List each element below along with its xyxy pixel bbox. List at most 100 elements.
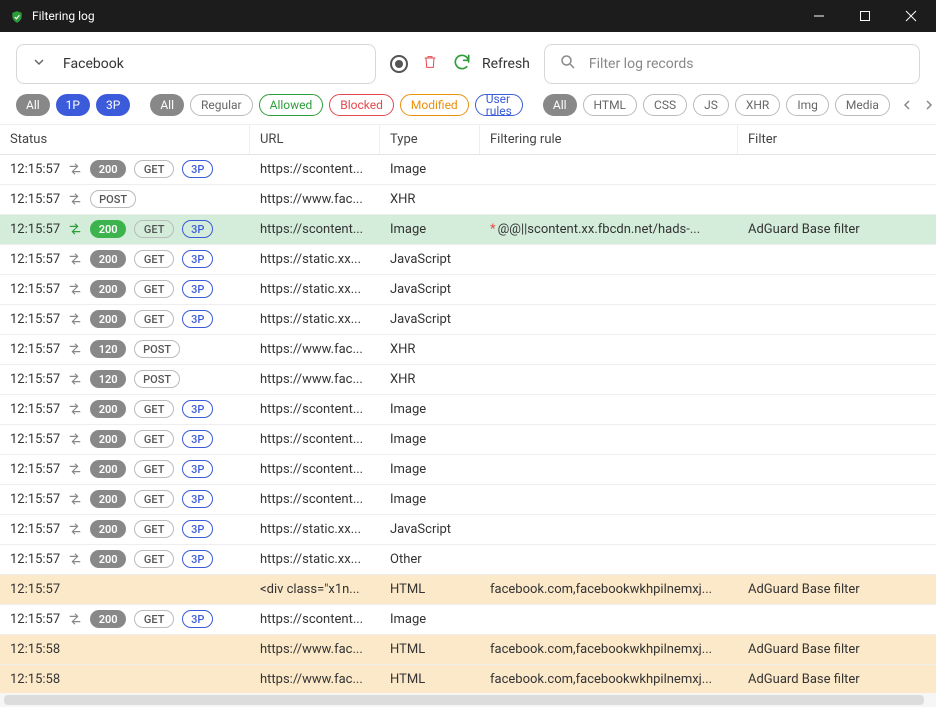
col-url[interactable]: URL — [250, 125, 380, 154]
scrollbar-thumb[interactable] — [4, 695, 924, 705]
arrows-icon — [68, 552, 82, 566]
clear-button[interactable] — [422, 53, 438, 75]
status-cell: 12:15:57200GET3P — [0, 490, 250, 508]
status-code-pill: 120 — [90, 340, 126, 358]
filter-chip[interactable]: All — [150, 94, 184, 116]
party-pill: 3P — [182, 250, 213, 268]
method-pill: GET — [134, 460, 174, 478]
table-row[interactable]: 12:15:57200GET3Phttps://static.xx...Java… — [0, 305, 936, 335]
filter-chip[interactable]: 3P — [96, 94, 130, 116]
table-row[interactable]: 12:15:57120POSThttps://www.fac...XHR — [0, 365, 936, 395]
status-cell: 12:15:57200GET3P — [0, 160, 250, 178]
filter-chip[interactable]: 1P — [56, 94, 90, 116]
table-row[interactable]: 12:15:58https://www.fac...HTMLfacebook.c… — [0, 665, 936, 693]
filter-chip[interactable]: User rules — [475, 94, 523, 116]
table-row[interactable]: 12:15:57200GET3Phttps://static.xx...Othe… — [0, 545, 936, 575]
chevron-right-icon[interactable] — [920, 96, 936, 114]
timestamp: 12:15:57 — [10, 282, 60, 297]
url-cell: https://scontent... — [250, 222, 380, 237]
table-row[interactable]: 12:15:57200GET3Phttps://scontent...Image — [0, 155, 936, 185]
filter-chips-row: All 1P 3P All Regular AllowedBlocked Modified… — [0, 94, 936, 124]
table-row[interactable]: 12:15:57120POSThttps://www.fac...XHR — [0, 335, 936, 365]
col-rule[interactable]: Filtering rule — [480, 125, 738, 154]
arrows-icon — [68, 162, 82, 176]
filter-chip[interactable]: HTML — [583, 94, 638, 116]
filter-chip[interactable]: Blocked — [329, 94, 394, 116]
close-button[interactable] — [888, 0, 934, 32]
status-code-pill: 200 — [90, 460, 126, 478]
chevron-left-icon[interactable] — [898, 96, 916, 114]
type-cell: Other — [380, 552, 480, 567]
table-row[interactable]: 12:15:57200GET3Phttps://scontent...Image — [0, 395, 936, 425]
type-cell: HTML — [380, 672, 480, 687]
titlebar: Filtering log — [0, 0, 936, 32]
chip-scroll-controls — [898, 96, 936, 114]
maximize-button[interactable] — [842, 0, 888, 32]
type-cell: JavaScript — [380, 312, 480, 327]
refresh-label: Refresh — [482, 56, 530, 72]
table-row[interactable]: 12:15:57POSThttps://www.fac...XHR — [0, 185, 936, 215]
table-row[interactable]: 12:15:57200GET3Phttps://scontent...Image — [0, 455, 936, 485]
url-cell: https://scontent... — [250, 432, 380, 447]
table-row[interactable]: 12:15:57<div class="x1n...HTMLfacebook.c… — [0, 575, 936, 605]
horizontal-scrollbar[interactable] — [0, 693, 936, 707]
search-box[interactable] — [544, 44, 920, 84]
table-row[interactable]: 12:15:57200GET3Phttps://static.xx...Java… — [0, 515, 936, 545]
table-row[interactable]: 12:15:57200GET3Phttps://static.xx...Java… — [0, 245, 936, 275]
col-status[interactable]: Status — [0, 125, 250, 154]
timestamp: 12:15:57 — [10, 552, 60, 567]
refresh-button[interactable]: Refresh — [452, 52, 530, 76]
status-cell: 12:15:57200GET3P — [0, 460, 250, 478]
status-cell: 12:15:57POST — [0, 190, 250, 208]
tab-select[interactable]: Facebook — [16, 44, 376, 84]
type-cell: HTML — [380, 642, 480, 657]
filter-chip[interactable]: JS — [693, 94, 729, 116]
table-row[interactable]: 12:15:57200GET3Phttps://scontent...Image — [0, 485, 936, 515]
table-row[interactable]: 12:15:57200GET3Phttps://static.xx...Java… — [0, 275, 936, 305]
search-input[interactable] — [589, 56, 905, 72]
arrows-icon — [68, 402, 82, 416]
filter-cell: AdGuard Base filter — [738, 642, 908, 657]
filter-chip[interactable]: CSS — [643, 94, 687, 116]
filter-chip[interactable]: Allowed — [259, 94, 324, 116]
table-row[interactable]: 12:15:58https://www.fac...HTMLfacebook.c… — [0, 635, 936, 665]
filter-chip[interactable]: All — [16, 94, 50, 116]
party-pill: 3P — [182, 160, 213, 178]
filter-chip[interactable]: Regular — [190, 94, 253, 116]
arrows-icon — [68, 522, 82, 536]
status-code-pill: 200 — [90, 160, 126, 178]
type-cell: HTML — [380, 582, 480, 597]
col-filter[interactable]: Filter — [738, 125, 908, 154]
table-row[interactable]: 12:15:57200GET3Phttps://scontent...Image — [0, 605, 936, 635]
filter-chip[interactable]: All — [543, 94, 577, 116]
url-cell: https://www.fac... — [250, 672, 380, 687]
rule-cell: facebook.com,facebookwkhpilnemxj... — [480, 642, 738, 657]
method-pill: POST — [90, 190, 136, 208]
table-row[interactable]: 12:15:57200GET3Phttps://scontent...Image — [0, 425, 936, 455]
filter-chip[interactable]: Modified — [400, 94, 469, 116]
status-cell: 12:15:57120POST — [0, 340, 250, 358]
chip-group-party: All 1P 3P — [16, 94, 130, 116]
status-code-pill: 200 — [90, 550, 126, 568]
type-cell: XHR — [380, 372, 480, 387]
filter-chip[interactable]: Media — [835, 94, 890, 116]
minimize-button[interactable] — [796, 0, 842, 32]
type-cell: JavaScript — [380, 282, 480, 297]
url-cell: https://scontent... — [250, 162, 380, 177]
filter-chip[interactable]: Img — [786, 94, 829, 116]
url-cell: https://static.xx... — [250, 312, 380, 327]
table-row[interactable]: 12:15:57200GET3Phttps://scontent...Image… — [0, 215, 936, 245]
arrows-icon — [68, 432, 82, 446]
record-icon — [395, 60, 403, 68]
record-button[interactable] — [390, 55, 408, 73]
method-pill: GET — [134, 490, 174, 508]
timestamp: 12:15:57 — [10, 342, 60, 357]
timestamp: 12:15:57 — [10, 432, 60, 447]
table-header: Status URL Type Filtering rule Filter — [0, 125, 936, 155]
filter-chip[interactable]: XHR — [735, 94, 780, 116]
star-icon: * — [490, 222, 496, 237]
party-pill: 3P — [182, 280, 213, 298]
col-type[interactable]: Type — [380, 125, 480, 154]
party-pill: 3P — [182, 610, 213, 628]
rule-cell: *@@||scontent.xx.fbcdn.net/hads-... — [480, 222, 738, 237]
